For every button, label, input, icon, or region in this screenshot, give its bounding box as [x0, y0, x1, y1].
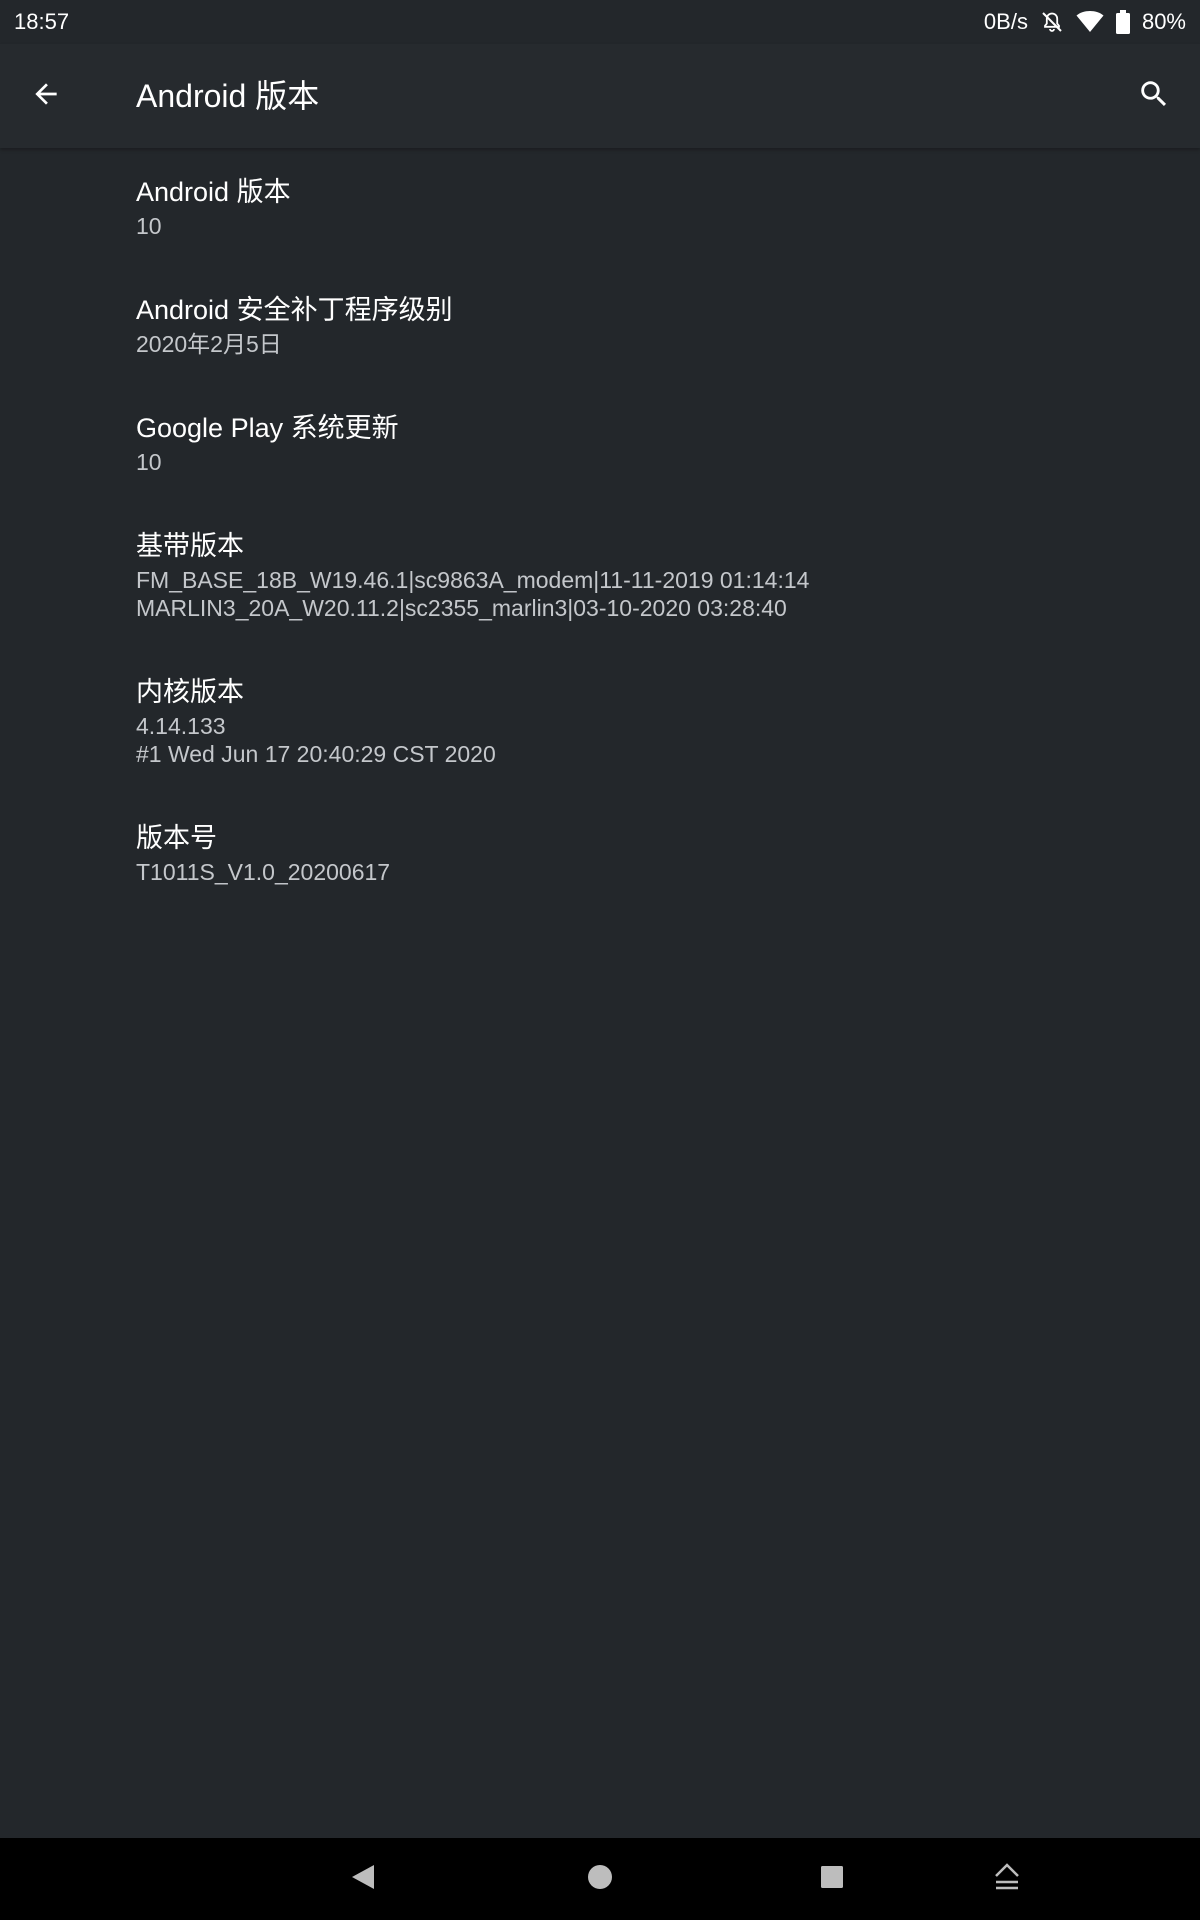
- item-title: 内核版本: [136, 677, 244, 707]
- wifi-icon: [1076, 10, 1104, 34]
- item-summary: T1011S_V1.0_20200617: [136, 859, 391, 885]
- list-item-android-version[interactable]: Android 版本 10: [0, 148, 1200, 266]
- battery-percent: 80%: [1141, 9, 1186, 34]
- item-title: 版本号: [136, 823, 217, 853]
- bell-off-icon: [1040, 10, 1064, 34]
- item-summary: FM_BASE_18B_W19.46.1|sc9863A_modem|11-11…: [136, 567, 810, 621]
- search-icon: [1137, 77, 1171, 116]
- version-info-list: Android 版本 10 Android 安全补丁程序级别 2020年2月5日…: [0, 148, 1200, 912]
- back-button[interactable]: [20, 70, 72, 122]
- net-speed: 0B/s: [983, 9, 1028, 34]
- status-bar: 18:57 0B/s 80%: [0, 0, 1200, 44]
- item-summary: 10: [136, 213, 162, 239]
- list-item-baseband-version[interactable]: 基带版本 FM_BASE_18B_W19.46.1|sc9863A_modem|…: [0, 502, 1200, 648]
- nav-eject-button[interactable]: [982, 1854, 1032, 1904]
- list-item-kernel-version[interactable]: 内核版本 4.14.133 #1 Wed Jun 17 20:40:29 CST…: [0, 648, 1200, 794]
- search-button[interactable]: [1128, 70, 1180, 122]
- item-title: Android 版本: [136, 177, 291, 207]
- navigation-bar: [0, 1838, 1200, 1920]
- status-time: 18:57: [14, 9, 70, 34]
- list-item-build-number[interactable]: 版本号 T1011S_V1.0_20200617: [0, 794, 1200, 912]
- arrow-back-icon: [30, 78, 62, 115]
- eject-icon: [991, 1861, 1023, 1898]
- list-item-security-patch[interactable]: Android 安全补丁程序级别 2020年2月5日: [0, 266, 1200, 384]
- status-icons: 0B/s 80%: [984, 8, 1186, 36]
- nav-recents-button[interactable]: [807, 1854, 857, 1904]
- square-recents-icon: [817, 1862, 847, 1897]
- nav-back-button[interactable]: [338, 1854, 388, 1904]
- item-title: Google Play 系统更新: [136, 413, 399, 443]
- nav-home-button[interactable]: [575, 1854, 625, 1904]
- triangle-back-icon: [348, 1862, 378, 1897]
- item-summary: 4.14.133 #1 Wed Jun 17 20:40:29 CST 2020: [136, 713, 496, 767]
- app-bar: Android 版本: [0, 44, 1200, 148]
- item-summary: 2020年2月5日: [136, 331, 282, 357]
- page-title: Android 版本: [136, 78, 320, 114]
- battery-icon: [1115, 10, 1130, 34]
- item-summary: 10: [136, 449, 162, 475]
- item-title: Android 安全补丁程序级别: [136, 295, 453, 325]
- circle-home-icon: [585, 1862, 615, 1897]
- item-title: 基带版本: [136, 531, 244, 561]
- list-item-google-play-update[interactable]: Google Play 系统更新 10: [0, 384, 1200, 502]
